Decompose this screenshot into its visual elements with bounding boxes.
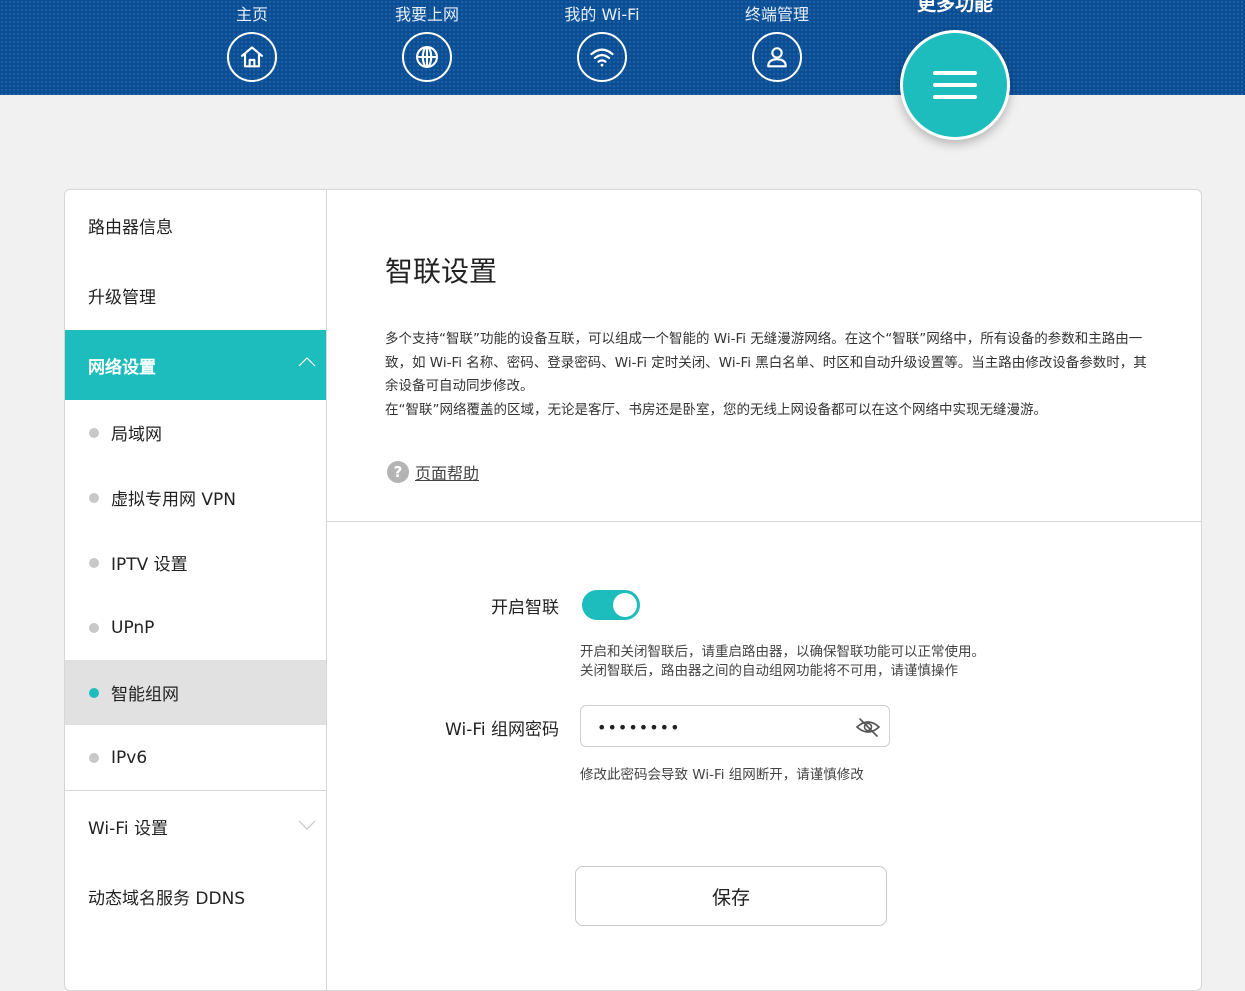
sidebar-subitem-label: 局域网 <box>111 425 162 445</box>
sidebar-subitem-label: UPnP <box>111 617 155 638</box>
main-panel: 路由器信息 升级管理 网络设置 局域网 虚拟专用网 VPN IPTV 设置 UP… <box>64 189 1202 991</box>
bullet-dot <box>89 623 99 633</box>
description-paragraph: 多个支持“智联”功能的设备互联，可以组成一个智能的 Wi-Fi 无缝漫游网络。在… <box>385 331 1147 394</box>
smart-link-toggle-label: 开启智联 <box>491 598 559 618</box>
nav-item-devices[interactable]: 终端管理 <box>717 4 837 82</box>
menu-icon <box>933 63 977 107</box>
nav-item-home[interactable]: 主页 <box>192 4 312 82</box>
mesh-password-label: Wi-Fi 组网密码 <box>445 720 559 740</box>
eye-slash-icon[interactable] <box>855 715 881 739</box>
page-help-label: 页面帮助 <box>415 464 480 483</box>
save-button[interactable]: 保存 <box>575 866 887 926</box>
toggle-hint-line: 关闭智联后，路由器之间的自动组网功能将不可用，请谨慎操作 <box>580 663 958 679</box>
sidebar-item-network-settings[interactable]: 网络设置 <box>65 330 326 400</box>
sidebar-item-label: 路由器信息 <box>88 217 173 238</box>
sidebar-item-label: 动态域名服务 DDNS <box>88 888 246 909</box>
nav-item-label: 主页 <box>235 5 268 24</box>
sidebar-subitem-label: IPTV 设置 <box>111 555 188 575</box>
sidebar-subitem-ipv6[interactable]: IPv6 <box>65 725 326 790</box>
sidebar-subitem-label: 智能组网 <box>111 685 179 705</box>
sidebar-subitem-label: 虚拟专用网 VPN <box>111 490 237 510</box>
toggle-hint-line: 开启和关闭智联后，请重启路由器，以确保智联功能可以正常使用。 <box>580 644 985 660</box>
bullet-dot <box>89 688 99 698</box>
sidebar-subitem-lan[interactable]: 局域网 <box>65 400 326 465</box>
page-description: 多个支持“智联”功能的设备互联，可以组成一个智能的 Wi-Fi 无缝漫游网络。在… <box>385 328 1155 422</box>
sidebar-item-upgrade[interactable]: 升级管理 <box>65 260 326 330</box>
home-icon <box>227 32 277 82</box>
user-icon <box>752 32 802 82</box>
top-nav-bar: 主页 我要上网 我的 Wi-Fi 终端管理 更多功能 <box>0 0 1245 95</box>
toggle-knob <box>613 593 637 617</box>
nav-item-my-wifi[interactable]: 我的 Wi-Fi <box>542 4 662 82</box>
bullet-dot <box>89 753 99 763</box>
nav-item-label: 我要上网 <box>394 5 459 24</box>
page-help-link[interactable]: ? 页面帮助 <box>387 460 479 484</box>
nav-item-internet[interactable]: 我要上网 <box>367 4 487 82</box>
mesh-password-field[interactable] <box>580 705 890 747</box>
sidebar-item-ddns[interactable]: 动态域名服务 DDNS <box>65 861 326 931</box>
nav-more-button[interactable] <box>900 30 1010 140</box>
chevron-up-icon <box>298 357 316 367</box>
mesh-password-input[interactable] <box>595 714 849 740</box>
nav-item-label: 我的 Wi-Fi <box>564 5 640 24</box>
description-paragraph: 在“智联”网络覆盖的区域，无论是客厅、书房还是卧室，您的无线上网设备都可以在这个… <box>385 401 1047 418</box>
bullet-dot <box>89 558 99 568</box>
page-title: 智联设置 <box>385 255 498 288</box>
nav-item-label: 终端管理 <box>744 5 809 24</box>
section-divider <box>327 521 1201 522</box>
smart-link-toggle[interactable] <box>582 590 640 620</box>
toggle-hint: 开启和关闭智联后，请重启路由器，以确保智联功能可以正常使用。 关闭智联后，路由器… <box>580 643 985 681</box>
sidebar-item-router-info[interactable]: 路由器信息 <box>65 190 326 260</box>
sidebar-item-label: 网络设置 <box>88 357 156 378</box>
sidebar-subitem-upnp[interactable]: UPnP <box>65 595 326 660</box>
nav-more-label: 更多功能 <box>916 0 993 15</box>
sidebar-item-wifi-settings[interactable]: Wi-Fi 设置 <box>65 791 326 861</box>
sidebar-item-label: Wi-Fi 设置 <box>88 818 168 839</box>
chevron-down-icon <box>298 820 316 830</box>
sidebar-item-label: 升级管理 <box>88 287 156 308</box>
sidebar-subitem-vpn[interactable]: 虚拟专用网 VPN <box>65 465 326 530</box>
globe-icon <box>402 32 452 82</box>
bullet-dot <box>89 493 99 503</box>
sidebar-subitem-smart-mesh[interactable]: 智能组网 <box>65 660 326 725</box>
content-area: 智联设置 多个支持“智联”功能的设备互联，可以组成一个智能的 Wi-Fi 无缝漫… <box>327 190 1201 990</box>
question-icon: ? <box>387 461 409 483</box>
sidebar-subitem-iptv[interactable]: IPTV 设置 <box>65 530 326 595</box>
sidebar-subitem-label: IPv6 <box>111 747 148 768</box>
bullet-dot <box>89 428 99 438</box>
password-hint: 修改此密码会导致 Wi-Fi 组网断开，请谨慎修改 <box>580 767 864 783</box>
wifi-icon <box>577 32 627 82</box>
sidebar: 路由器信息 升级管理 网络设置 局域网 虚拟专用网 VPN IPTV 设置 UP… <box>65 190 327 990</box>
